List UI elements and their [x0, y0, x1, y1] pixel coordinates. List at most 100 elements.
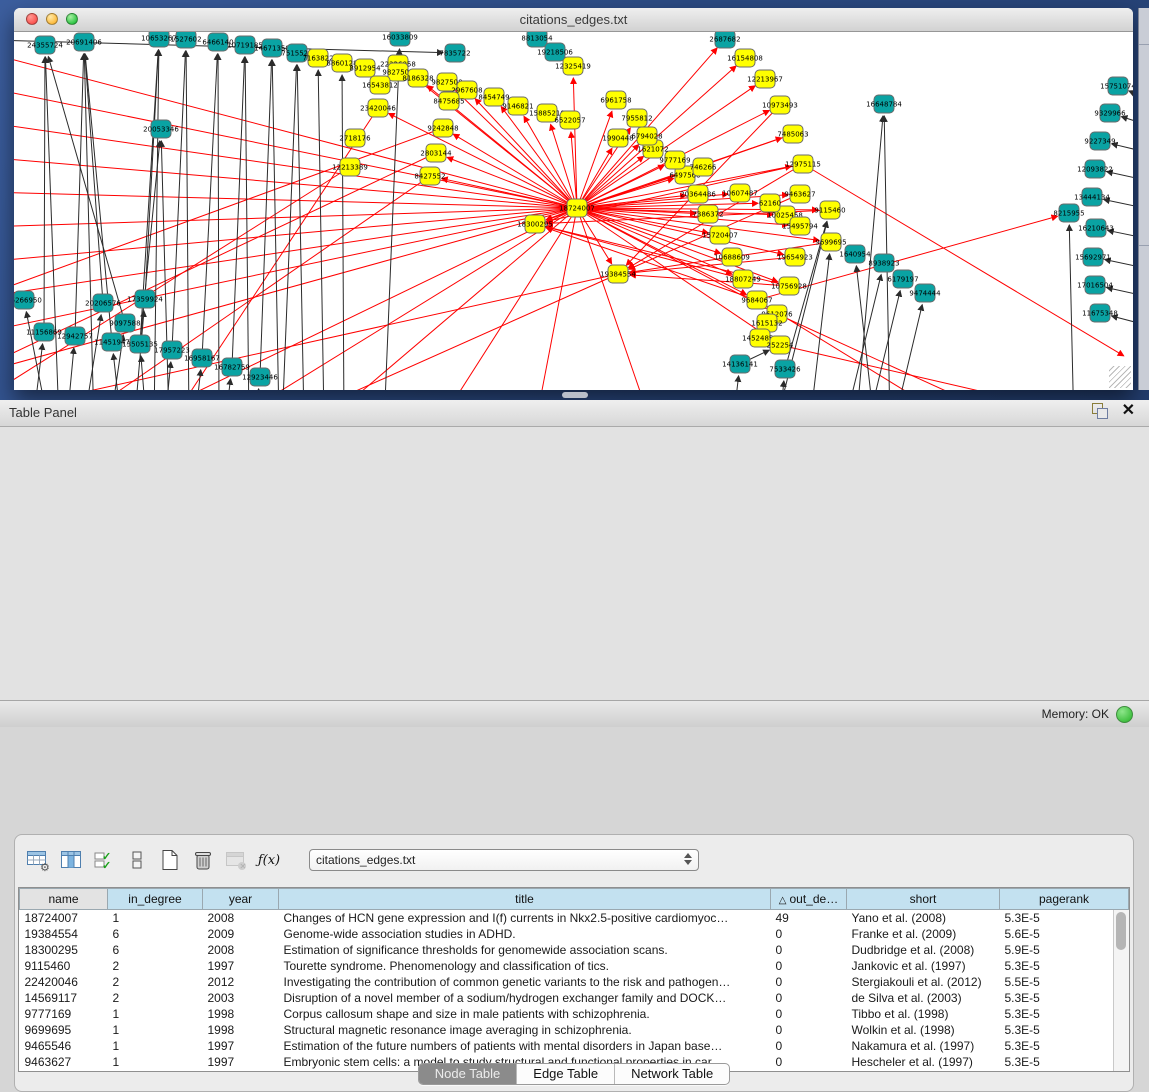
citation-edge-black[interactable]: [779, 381, 784, 390]
graph-node[interactable]: 2718176: [339, 129, 371, 147]
table-settings-icon[interactable]: ⚙: [25, 847, 51, 873]
citation-edge-black[interactable]: [272, 60, 279, 390]
graph-node[interactable]: 9097588: [109, 314, 140, 332]
table-row[interactable]: 1830029562008Estimation of significance …: [20, 942, 1129, 958]
citation-edge-red[interactable]: [14, 89, 577, 208]
graph-node[interactable]: 10756928: [771, 277, 807, 295]
show-column-icon[interactable]: [58, 847, 84, 873]
citation-edge-black[interactable]: [866, 291, 900, 390]
citation-edge-red[interactable]: [577, 156, 644, 208]
graph-node[interactable]: 10607487: [722, 184, 758, 202]
column-header-in_degree[interactable]: in_degree: [108, 889, 203, 910]
window-resize-grip[interactable]: [1109, 366, 1131, 388]
graph-node[interactable]: 18807249: [725, 270, 761, 288]
network-window[interactable]: citations_edges.txt 24355724206914061065…: [14, 8, 1133, 390]
graph-node[interactable]: 6179197: [887, 270, 918, 288]
citation-edge-black[interactable]: [194, 370, 201, 390]
graph-node[interactable]: 8427552: [414, 167, 445, 185]
table-row[interactable]: 977716911998Corpus callosum shape and si…: [20, 1006, 1129, 1022]
network-graph[interactable]: 2435572420691406106532671527602646614010…: [14, 32, 1133, 390]
graph-node[interactable]: 15692971: [1075, 248, 1111, 266]
citation-edge-black[interactable]: [342, 75, 344, 390]
graph-node[interactable]: 9227349: [1084, 132, 1115, 150]
graph-node[interactable]: 25266950: [14, 291, 42, 309]
table-scrollbar[interactable]: [1113, 910, 1129, 1071]
graph-node[interactable]: 19384554: [600, 265, 636, 283]
graph-node[interactable]: 16033809: [382, 32, 418, 46]
citation-edge-black[interactable]: [282, 65, 297, 390]
citation-edge-black[interactable]: [172, 51, 185, 350]
network-window-titlebar[interactable]: citations_edges.txt: [14, 8, 1133, 32]
graph-node[interactable]: 12093822: [1077, 160, 1113, 178]
row-height-icon[interactable]: [124, 847, 150, 873]
column-header-name[interactable]: name: [20, 889, 108, 910]
table-row[interactable]: 1456911722003Disruption of a novel membe…: [20, 990, 1129, 1006]
tab-edge-table[interactable]: Edge Table: [516, 1064, 614, 1084]
table-row[interactable]: 946554611997Estimation of the future num…: [20, 1038, 1129, 1054]
graph-node[interactable]: 7533426: [769, 360, 801, 378]
graph-node[interactable]: 1990448: [602, 129, 633, 147]
citation-edge-black[interactable]: [202, 54, 217, 358]
graph-node[interactable]: 13444134: [1074, 188, 1110, 206]
citation-edge-black[interactable]: [44, 57, 45, 332]
citation-edge-black[interactable]: [66, 348, 74, 390]
graph-node[interactable]: 18300295: [517, 215, 553, 233]
graph-node[interactable]: 9474444: [909, 284, 941, 302]
graph-node[interactable]: 16648784: [866, 95, 902, 113]
graph-node[interactable]: 8938923: [868, 254, 899, 272]
citation-edge-red[interactable]: [453, 134, 577, 208]
graph-node[interactable]: 24355724: [27, 36, 63, 54]
graph-node[interactable]: 1640954: [839, 245, 871, 263]
graph-node[interactable]: 2687682: [709, 32, 740, 48]
function-builder-icon[interactable]: ƒ(x): [256, 847, 282, 873]
panel-splitter-handle[interactable]: [562, 392, 588, 398]
citation-edge-black[interactable]: [884, 116, 890, 390]
table-row[interactable]: 2242004622012Investigating the contribut…: [20, 974, 1129, 990]
citation-edge-red[interactable]: [440, 208, 577, 390]
table-row[interactable]: 1938455462009Genome-wide association stu…: [20, 926, 1129, 942]
citation-edge-black[interactable]: [1112, 316, 1133, 327]
citation-edge-black[interactable]: [1069, 225, 1074, 390]
close-panel-icon[interactable]: ✕: [1122, 403, 1135, 419]
citation-edge-black[interactable]: [218, 54, 219, 390]
graph-node[interactable]: 252254: [767, 336, 794, 354]
graph-node[interactable]: 20691406: [66, 33, 102, 51]
graph-node[interactable]: 2803144: [420, 144, 452, 162]
citation-edge-red[interactable]: [14, 208, 577, 227]
table-selector-dropdown[interactable]: citations_edges.txt: [309, 849, 699, 871]
scrollbar-thumb[interactable]: [1116, 912, 1126, 950]
tab-node-table[interactable]: Node Table: [419, 1064, 517, 1084]
citation-edge-black[interactable]: [141, 356, 147, 390]
tab-network-table[interactable]: Network Table: [614, 1064, 729, 1084]
graph-node[interactable]: 8215955: [1053, 204, 1084, 222]
new-table-icon[interactable]: [157, 847, 183, 873]
graph-node[interactable]: 12213967: [747, 70, 783, 88]
graph-node[interactable]: 17359924: [127, 290, 163, 308]
delete-table-icon[interactable]: [190, 847, 216, 873]
graph-node[interactable]: 7955812: [621, 109, 652, 127]
citation-edge-red[interactable]: [780, 345, 1102, 390]
table-row[interactable]: 969969511998Structural magnetic resonanc…: [20, 1022, 1129, 1038]
graph-node[interactable]: 12975115: [785, 155, 821, 173]
citation-edge-red[interactable]: [84, 176, 430, 390]
citation-edge-black[interactable]: [245, 57, 249, 390]
graph-node[interactable]: 11675348: [1082, 304, 1118, 322]
citation-edge-red[interactable]: [577, 208, 650, 390]
citation-edge-red[interactable]: [14, 274, 618, 390]
graph-node[interactable]: 20053346: [143, 120, 179, 138]
citation-edge-black[interactable]: [254, 389, 259, 390]
graph-node[interactable]: 10688609: [714, 248, 750, 266]
graph-node[interactable]: 9463627: [784, 185, 815, 203]
graph-node[interactable]: 16210643: [1078, 219, 1114, 237]
citation-edge-red[interactable]: [14, 128, 443, 288]
graph-node[interactable]: 6961758: [600, 91, 631, 109]
citation-edge-black[interactable]: [48, 57, 125, 323]
table-row[interactable]: 1872400712008Changes of HCN gene express…: [20, 910, 1129, 927]
float-panel-icon[interactable]: [1092, 403, 1108, 419]
column-header-year[interactable]: year: [203, 889, 279, 910]
citation-edge-black[interactable]: [1121, 117, 1133, 127]
graph-node[interactable]: 17016504: [1077, 276, 1113, 294]
citation-edge-red[interactable]: [323, 208, 577, 390]
network-canvas[interactable]: 2435572420691406106532671527602646614010…: [14, 32, 1133, 390]
graph-node[interactable]: 16154808: [727, 49, 763, 67]
